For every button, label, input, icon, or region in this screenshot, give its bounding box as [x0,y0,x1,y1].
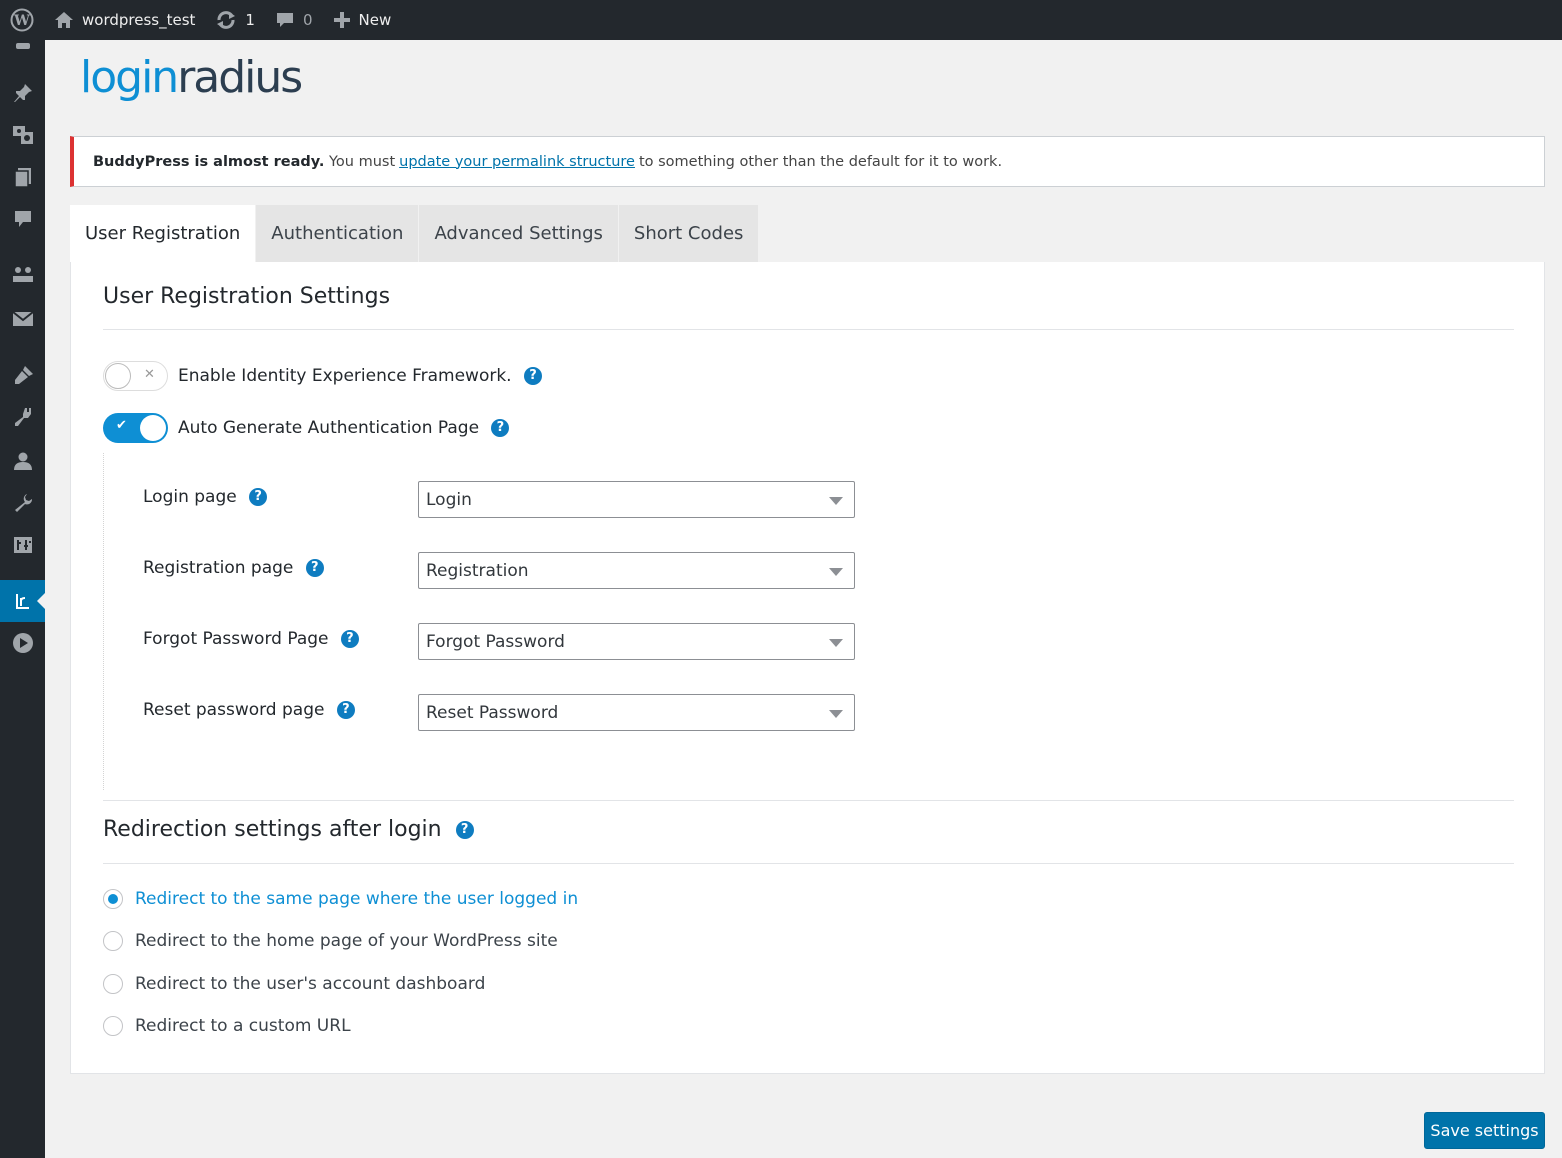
dropdown-arrow-icon [829,497,843,505]
divider [103,863,1514,864]
dropdown-arrow-icon [829,710,843,718]
forgot-password-page-select[interactable]: Forgot Password [418,623,855,660]
radio-button[interactable] [103,889,123,909]
settings-panel: User Registration Settings ✕ Enable Iden… [70,262,1545,1074]
updates-link[interactable]: 1 [205,0,265,40]
radio-button[interactable] [103,931,123,951]
reset-password-page-select[interactable]: Reset Password [418,694,855,731]
radio-button[interactable] [103,974,123,994]
forgot-password-page-label: Forgot Password Page ? [143,629,359,649]
redirect-option-label: Redirect to the same page where the user… [135,889,579,909]
indent-guide [103,453,104,790]
help-icon[interactable]: ? [305,559,324,577]
tools-icon[interactable] [0,486,45,520]
redirect-option-same-page[interactable]: Redirect to the same page where the user… [103,889,578,909]
pin-icon[interactable] [0,76,45,110]
dropdown-arrow-icon [829,568,843,576]
login-page-select[interactable]: Login [418,481,855,518]
buddypress-notice: BuddyPress is almost ready. You must upd… [70,136,1545,187]
loginradius-icon[interactable] [0,580,45,622]
reset-password-page-value: Reset Password [426,702,559,723]
notice-text-before: You must [328,153,396,170]
divider [103,800,1514,801]
site-name: wordpress_test [82,11,196,29]
toggle-identity-framework-label: Enable Identity Experience Framework. ? [178,366,542,386]
redirect-option-account-dashboard[interactable]: Redirect to the user's account dashboard [103,974,485,994]
help-icon[interactable]: ? [249,488,268,506]
updates-icon [217,11,236,29]
notice-bold: BuddyPress is almost ready. [93,153,325,170]
divider [103,329,1514,330]
loginradius-logo: loginradius [80,52,303,104]
section-title-redirection: Redirection settings after login ? [103,817,474,842]
comments-count: 0 [302,11,313,29]
logo-part-radius: radius [177,52,303,103]
forgot-password-page-value: Forgot Password [426,631,565,652]
x-icon: ✕ [144,367,155,382]
registration-page-select[interactable]: Registration [418,552,855,589]
redirection-title-text: Redirection settings after login [103,817,442,842]
site-name-link[interactable]: wordpress_test [44,0,205,40]
help-icon[interactable]: ? [336,701,355,719]
login-page-label: Login page ? [143,487,268,507]
new-content-link[interactable]: New [323,0,402,40]
mail-icon[interactable] [0,302,45,336]
registration-page-value: Registration [426,560,529,581]
help-icon[interactable]: ? [340,630,359,648]
forgot-password-page-text: Forgot Password Page [143,629,329,649]
redirect-option-label: Redirect to the user's account dashboard [135,974,486,994]
reset-password-page-text: Reset password page [143,700,325,720]
toggle-identity-framework[interactable]: ✕ [103,361,168,391]
users-icon[interactable] [0,444,45,478]
admin-sidebar [0,40,45,1158]
section-title-user-registration: User Registration Settings [103,284,391,309]
redirect-option-home-page[interactable]: Redirect to the home page of your WordPr… [103,931,558,951]
dashboard-icon[interactable] [0,28,45,62]
reset-password-page-label: Reset password page ? [143,700,355,720]
check-icon: ✔ [116,418,127,433]
help-icon[interactable]: ? [491,419,510,437]
buddypress-icon[interactable] [0,258,45,292]
help-icon[interactable]: ? [524,367,542,385]
comment-bubble-icon [276,13,293,27]
toggle1-text: Enable Identity Experience Framework. [178,366,512,386]
plus-icon [333,12,350,28]
redirect-option-label: Redirect to the home page of your WordPr… [135,931,558,951]
tab-short-codes[interactable]: Short Codes [618,205,760,262]
appearance-icon[interactable] [0,358,45,392]
comments-link[interactable]: 0 [265,0,323,40]
admin-bar: W wordpress_test 1 0 New [0,0,1562,40]
svg-text:W: W [13,13,30,29]
logo-part-login: login [80,52,179,103]
registration-page-label: Registration page ? [143,558,324,578]
pages-icon[interactable] [0,160,45,194]
plugins-icon[interactable] [0,400,45,434]
help-icon[interactable]: ? [455,821,474,839]
settings-icon[interactable] [0,528,45,562]
radio-button[interactable] [103,1016,123,1036]
dropdown-arrow-icon [829,639,843,647]
tab-advanced-settings[interactable]: Advanced Settings [419,205,619,262]
login-page-text: Login page [143,487,237,507]
permalink-link[interactable]: update your permalink structure [399,154,635,170]
toggle-auto-generate-pages[interactable]: ✔ [103,413,168,443]
redirect-option-custom-url[interactable]: Redirect to a custom URL [103,1016,351,1036]
media-player-icon[interactable] [0,626,45,660]
registration-page-text: Registration page [143,558,294,578]
media-icon[interactable] [0,118,45,152]
tab-user-registration[interactable]: User Registration [70,205,257,262]
notice-text-after: to something other than the default for … [638,153,1003,170]
settings-tabs: User Registration Authentication Advance… [70,205,760,262]
toggle-auto-generate-label: Auto Generate Authentication Page ? [178,418,510,438]
toggle2-text: Auto Generate Authentication Page [178,418,480,438]
login-page-value: Login [426,489,472,510]
redirect-option-label: Redirect to a custom URL [135,1016,351,1036]
comments-icon[interactable] [0,202,45,236]
save-settings-button[interactable]: Save settings [1424,1112,1545,1149]
new-label: New [358,11,392,29]
updates-count: 1 [245,11,255,29]
tab-authentication[interactable]: Authentication [256,205,420,262]
home-icon [55,12,73,28]
